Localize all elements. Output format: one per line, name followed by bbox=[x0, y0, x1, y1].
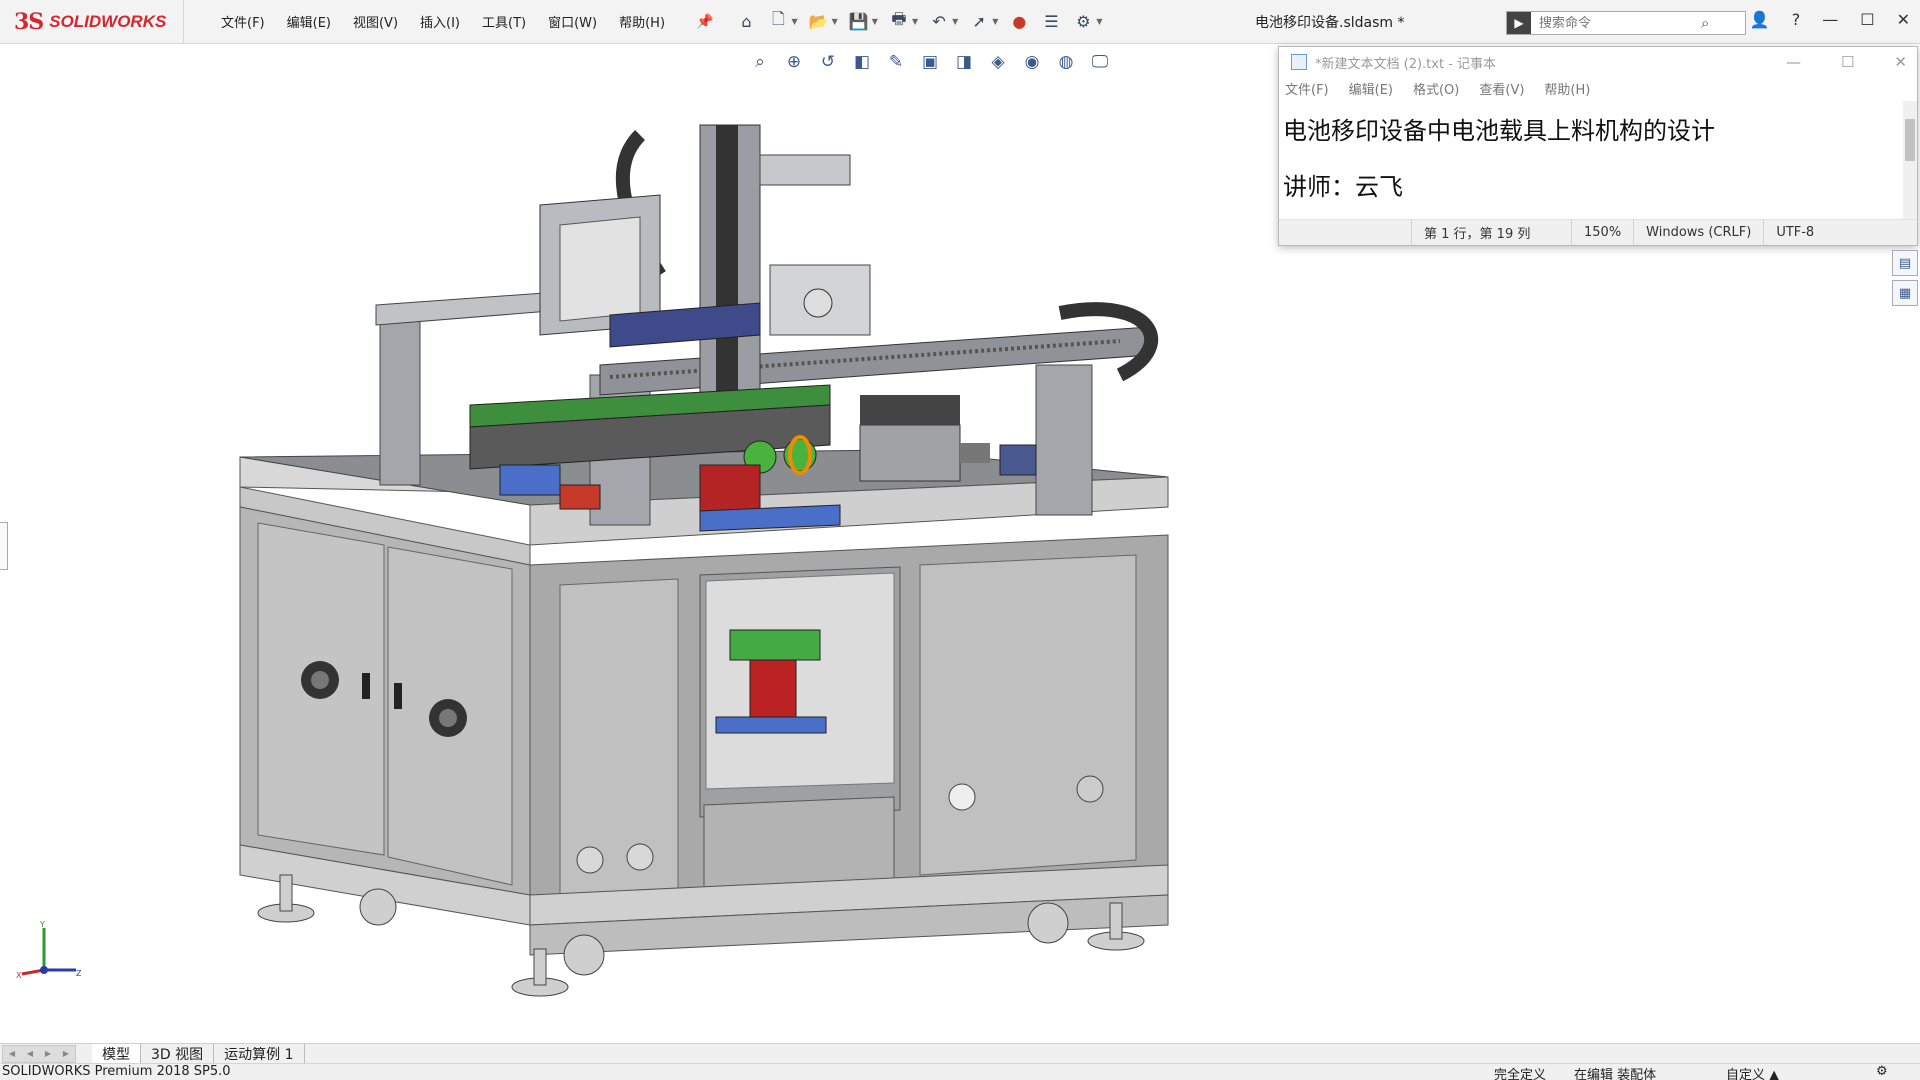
units-label: 自定义 bbox=[1726, 1068, 1766, 1080]
first-tab-icon[interactable]: ◀ bbox=[9, 1049, 15, 1058]
title-menu-bar: 3S SOLIDWORKS 文件(F) 编辑(E) 视图(V) 插入(I) 工具… bbox=[0, 0, 1920, 44]
solidworks-logo[interactable]: 3S SOLIDWORKS bbox=[0, 0, 184, 44]
new-document-icon[interactable]: 🗋 bbox=[767, 9, 789, 33]
next-tab-icon[interactable]: ▶ bbox=[45, 1049, 51, 1058]
minimize-icon[interactable]: — bbox=[1786, 53, 1801, 71]
chevron-down-icon[interactable]: ▼ bbox=[791, 17, 797, 26]
user-icon[interactable]: 👤 bbox=[1750, 10, 1770, 29]
status-bar: SOLIDWORKS Premium 2018 SP5.0 完全定义 在编辑 装… bbox=[0, 1063, 1920, 1080]
feature-manager-collapse-tab[interactable] bbox=[0, 522, 8, 570]
task-pane-tabs: ▤ ▦ bbox=[1892, 250, 1920, 310]
home-icon[interactable]: ⌂ bbox=[735, 11, 757, 33]
document-title: 电池移印设备.sldasm * bbox=[1255, 15, 1405, 31]
np-menu-edit[interactable]: 编辑(E) bbox=[1349, 79, 1393, 98]
notepad-menu: 文件(F) 编辑(E) 格式(O) 查看(V) 帮助(H) bbox=[1279, 77, 1917, 99]
tab-3d-view[interactable]: 3D 视图 bbox=[141, 1043, 215, 1064]
open-icon[interactable]: 📂 bbox=[808, 11, 830, 33]
notepad-window[interactable]: *新建文本文档 (2).txt - 记事本 — ☐ ✕ 文件(F) 编辑(E) … bbox=[1278, 46, 1918, 246]
pin-icon[interactable]: 📌 bbox=[696, 14, 713, 30]
notepad-line-1: 电池移印设备中电池载具上料机构的设计 bbox=[1283, 117, 1715, 145]
units-selector[interactable]: 自定义 ▲ bbox=[1726, 1064, 1779, 1080]
chevron-down-icon[interactable]: ▼ bbox=[912, 17, 918, 26]
status-options-icon[interactable]: ⚙ bbox=[1876, 1064, 1888, 1079]
coordinate-triad: Y X Z bbox=[16, 920, 82, 980]
search-icon[interactable]: ⌕ bbox=[1701, 14, 1709, 32]
chevron-down-icon[interactable]: ▼ bbox=[872, 17, 878, 26]
help-icon[interactable]: ? bbox=[1792, 10, 1801, 29]
status-zoom: 150% bbox=[1571, 220, 1633, 245]
select-icon[interactable]: ➚ bbox=[968, 11, 990, 33]
np-menu-format[interactable]: 格式(O) bbox=[1413, 79, 1459, 98]
chevron-up-icon: ▲ bbox=[1769, 1068, 1780, 1080]
tab-model[interactable]: 模型 bbox=[92, 1043, 141, 1064]
np-menu-view[interactable]: 查看(V) bbox=[1479, 79, 1524, 98]
definition-status: 完全定义 bbox=[1494, 1068, 1547, 1080]
menu-view[interactable]: 视图(V) bbox=[342, 8, 409, 35]
prev-tab-icon[interactable]: ◀ bbox=[27, 1049, 33, 1058]
close-icon[interactable]: ✕ bbox=[1897, 10, 1910, 29]
notepad-status-bar: 第 1 行，第 19 列 150% Windows (CRLF) UTF-8 bbox=[1279, 219, 1917, 245]
tab-motion-study[interactable]: 运动算例 1 bbox=[214, 1043, 305, 1064]
menu-edit[interactable]: 编辑(E) bbox=[276, 8, 342, 35]
notepad-icon bbox=[1291, 54, 1307, 70]
chevron-down-icon[interactable]: ▼ bbox=[832, 17, 838, 26]
last-tab-icon[interactable]: ▶ bbox=[63, 1049, 69, 1058]
product-version: SOLIDWORKS Premium 2018 SP5.0 bbox=[2, 1064, 231, 1079]
design-library-icon[interactable]: ▦ bbox=[1892, 280, 1918, 306]
notepad-title: *新建文本文档 (2).txt - 记事本 bbox=[1315, 56, 1497, 72]
menu-tools[interactable]: 工具(T) bbox=[471, 8, 537, 35]
print-icon[interactable]: 🖶 bbox=[888, 9, 910, 33]
np-menu-help[interactable]: 帮助(H) bbox=[1544, 79, 1590, 98]
menu-insert[interactable]: 插入(I) bbox=[409, 8, 471, 35]
status-eol: Windows (CRLF) bbox=[1633, 220, 1763, 245]
bottom-tab-bar: ◀ ◀ ▶ ▶ 模型 3D 视图 运动算例 1 bbox=[0, 1043, 1920, 1064]
maximize-icon[interactable]: ☐ bbox=[1841, 53, 1854, 71]
ds-logo-mark: 3S bbox=[14, 8, 44, 35]
main-menu: 文件(F) 编辑(E) 视图(V) 插入(I) 工具(T) 窗口(W) 帮助(H… bbox=[184, 8, 676, 35]
chevron-down-icon[interactable]: ▼ bbox=[952, 17, 958, 26]
options-icon[interactable]: ⚙ bbox=[1072, 11, 1094, 33]
menu-window[interactable]: 窗口(W) bbox=[537, 8, 608, 35]
chevron-down-icon[interactable]: ▼ bbox=[1096, 17, 1102, 26]
window-controls: 👤 ? — ☐ ✕ bbox=[1750, 10, 1910, 29]
notepad-scrollbar[interactable] bbox=[1903, 101, 1917, 221]
file-properties-icon[interactable]: ☰ bbox=[1040, 11, 1062, 33]
status-encoding: UTF-8 bbox=[1763, 220, 1826, 245]
search-input[interactable] bbox=[1531, 15, 1701, 31]
triad-z-label: Z bbox=[76, 969, 82, 978]
menu-help[interactable]: 帮助(H) bbox=[608, 8, 676, 35]
np-menu-file[interactable]: 文件(F) bbox=[1285, 79, 1329, 98]
notepad-window-controls: — ☐ ✕ bbox=[1786, 53, 1907, 71]
search-mode-icon[interactable]: ▶ bbox=[1507, 12, 1531, 34]
command-search[interactable]: ▶ ⌕ bbox=[1506, 11, 1746, 35]
save-icon[interactable]: 💾 bbox=[848, 11, 870, 33]
solidworks-window: 3S SOLIDWORKS 文件(F) 编辑(E) 视图(V) 插入(I) 工具… bbox=[0, 0, 1920, 1080]
triad-x-label: X bbox=[16, 971, 22, 980]
minimize-icon[interactable]: — bbox=[1822, 10, 1838, 29]
tab-navigation-arrows[interactable]: ◀ ◀ ▶ ▶ bbox=[2, 1044, 76, 1063]
chevron-down-icon[interactable]: ▼ bbox=[992, 17, 998, 26]
battery-pad-printer-model[interactable] bbox=[0, 45, 1200, 1005]
close-icon[interactable]: ✕ bbox=[1894, 53, 1907, 71]
notepad-line-2: 讲师：云飞 bbox=[1283, 173, 1403, 201]
editing-status: 在编辑 装配体 bbox=[1574, 1068, 1657, 1080]
resources-icon[interactable]: ▤ bbox=[1892, 250, 1918, 276]
scrollbar-thumb[interactable] bbox=[1905, 119, 1915, 161]
status-position: 第 1 行，第 19 列 bbox=[1411, 220, 1571, 245]
brand-name: SOLIDWORKS bbox=[49, 11, 167, 31]
maximize-icon[interactable]: ☐ bbox=[1860, 10, 1874, 29]
notepad-text-area[interactable]: 电池移印设备中电池载具上料机构的设计 讲师：云飞 bbox=[1279, 101, 1904, 221]
triad-y-label: Y bbox=[39, 920, 45, 929]
rebuild-icon[interactable]: ● bbox=[1008, 11, 1030, 33]
undo-icon[interactable]: ↶ bbox=[928, 11, 950, 33]
menu-file[interactable]: 文件(F) bbox=[210, 8, 276, 35]
quick-access-toolbar: ⌂ 🗋 ▼ 📂 ▼ 💾 ▼ 🖶 ▼ ↶ ▼ ➚ ▼ ● ☰ ⚙ ▼ bbox=[735, 9, 1102, 33]
